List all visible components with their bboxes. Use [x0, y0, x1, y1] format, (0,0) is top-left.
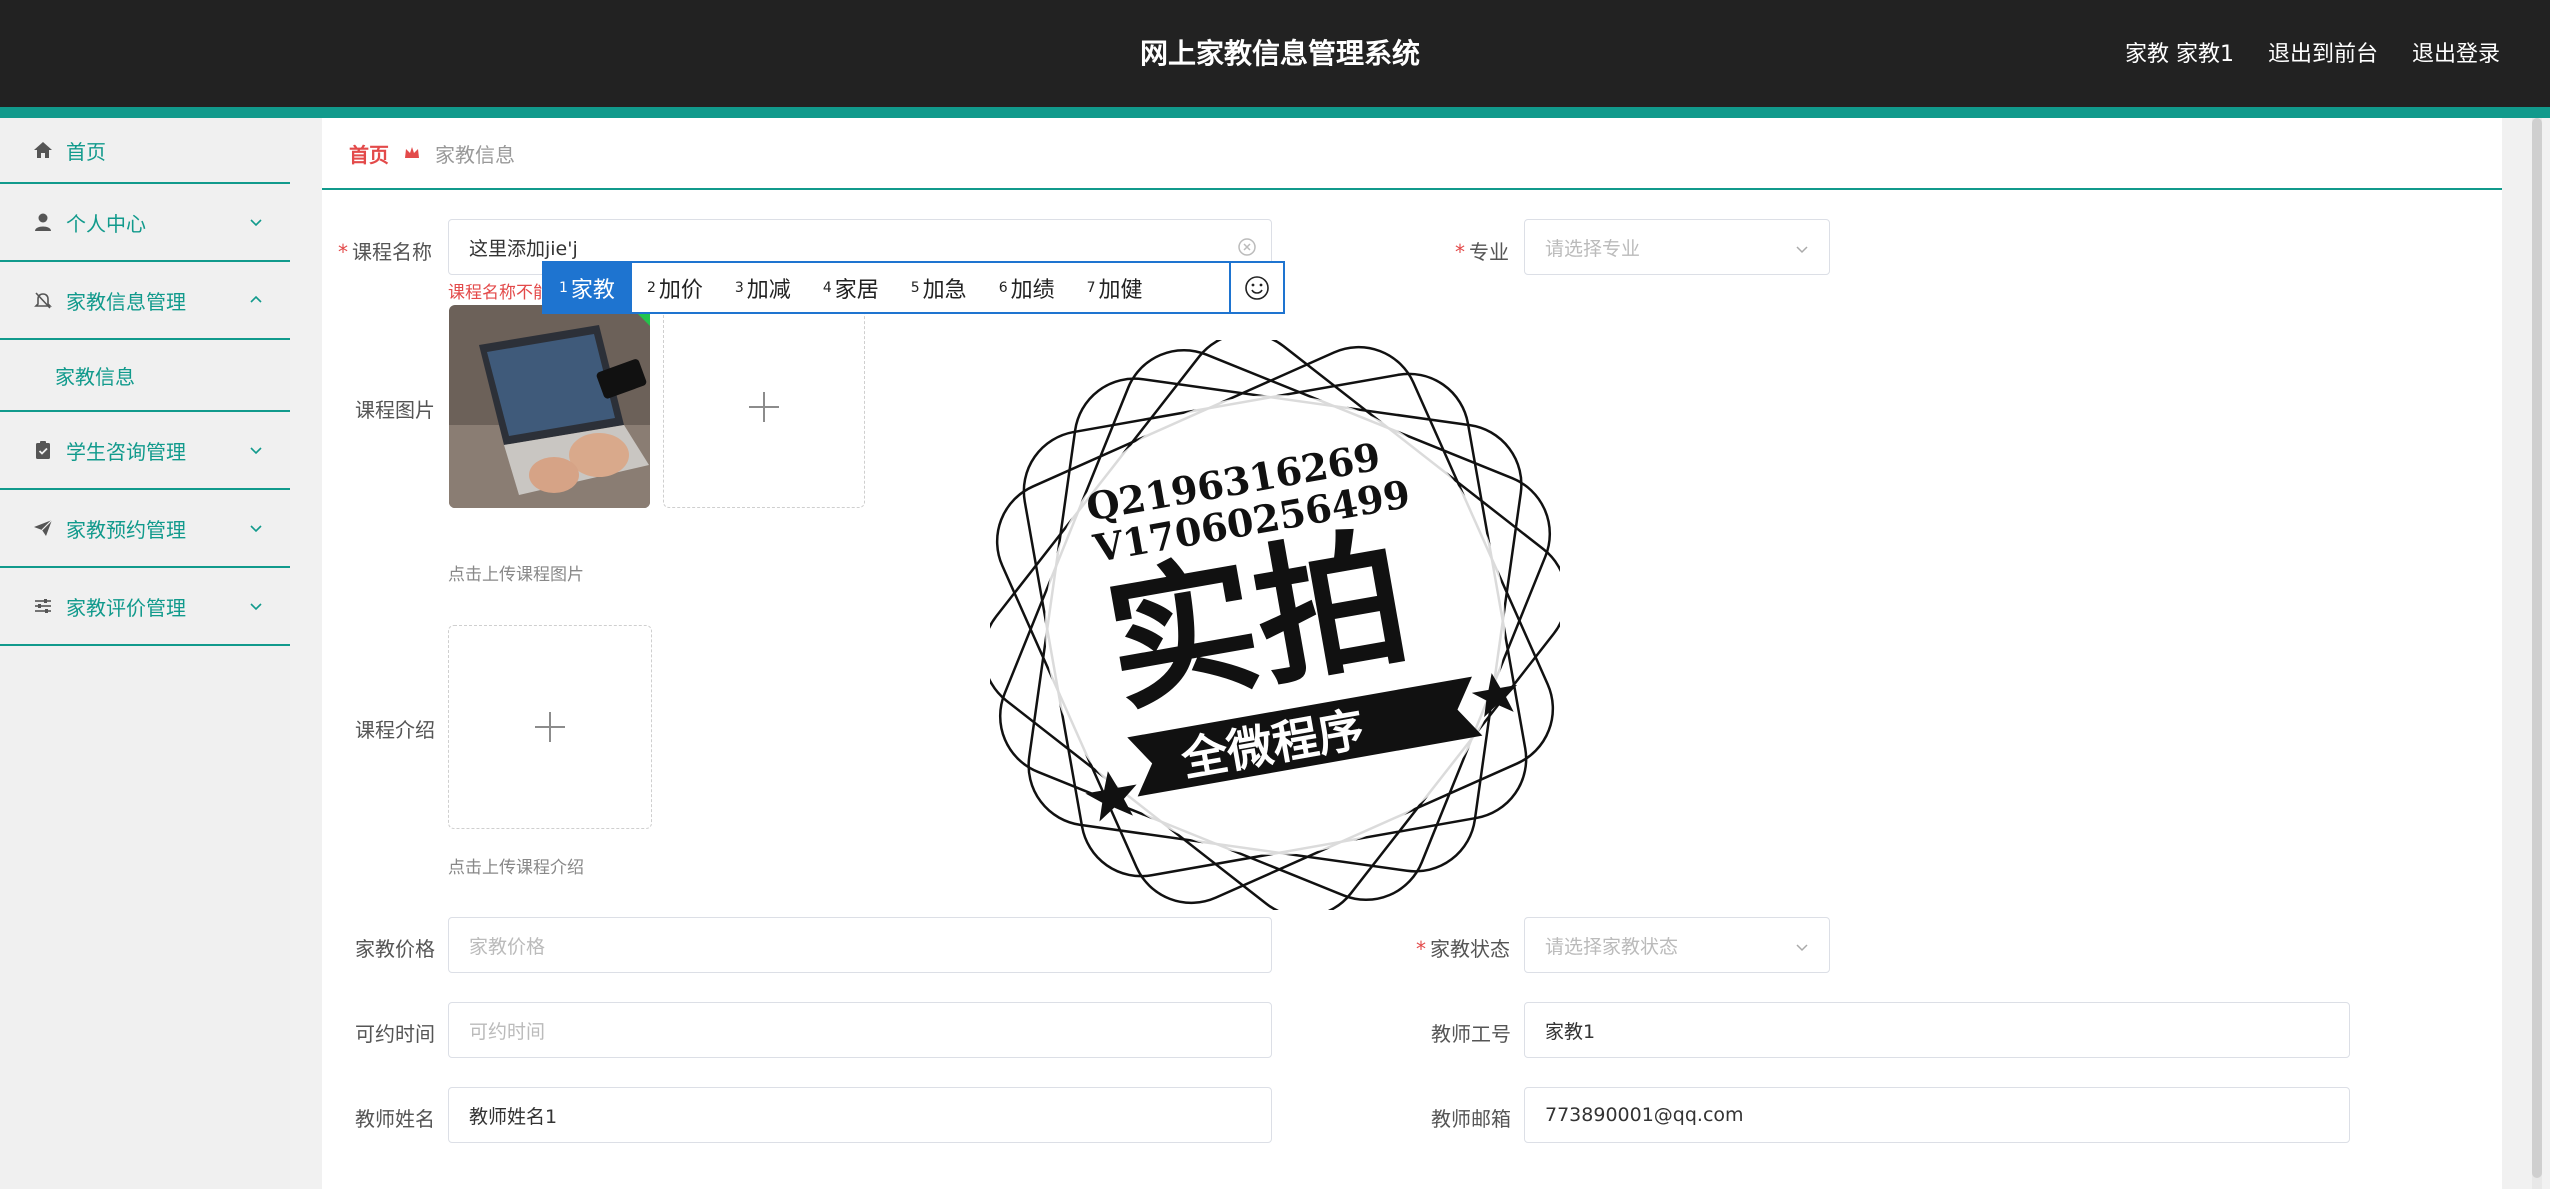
chevron-down-icon	[250, 219, 262, 227]
ime-candidate[interactable]: 5 加急	[896, 263, 984, 312]
plus-icon	[535, 712, 565, 742]
teacher-id-label: 教师工号	[1431, 1022, 1511, 1046]
sidebar: 首页 个人中心 家教信息管理 家教信息 学生咨询管理 家教预约管理 家教评价管理	[0, 118, 290, 1189]
ime-candidate[interactable]: 2 加价	[632, 263, 720, 312]
scrollbar-thumb[interactable]	[2532, 118, 2542, 1178]
course-image-thumbnail[interactable]	[449, 305, 650, 508]
course-intro-hint: 点击上传课程介绍	[448, 858, 584, 878]
sidebar-item-label: 个人中心	[66, 211, 146, 236]
teacher-name-label: 教师姓名	[355, 1107, 435, 1131]
clipboard-icon	[32, 439, 54, 461]
ime-candidate[interactable]: 7 加健	[1072, 263, 1160, 312]
teacher-name-input[interactable]: 教师姓名1	[448, 1087, 1272, 1143]
sidebar-item-label: 家教信息管理	[66, 289, 186, 314]
chevron-down-icon	[250, 603, 262, 611]
watermark-stamp: Q2196316269 V17060256499 实拍 全微程序	[990, 340, 1560, 910]
teacher-id-input[interactable]: 家教1	[1524, 1002, 2350, 1058]
sidebar-item-tutor-info-mgmt[interactable]: 家教信息管理	[0, 262, 290, 340]
course-image-upload[interactable]	[663, 305, 865, 508]
course-name-label: * 课程名称	[338, 240, 432, 264]
sidebar-item-label: 学生咨询管理	[66, 439, 186, 464]
available-time-input[interactable]: 可约时间	[448, 1002, 1272, 1058]
clear-icon[interactable]	[1237, 237, 1257, 257]
sidebar-subitem-label: 家教信息	[55, 364, 135, 389]
price-label: 家教价格	[355, 937, 435, 961]
sidebar-item-label: 家教评价管理	[66, 595, 186, 620]
sidebar-item-label: 首页	[66, 139, 106, 164]
sidebar-item-student-consult-mgmt[interactable]: 学生咨询管理	[0, 412, 290, 490]
ime-candidate[interactable]: 6 加绩	[984, 263, 1072, 312]
major-select[interactable]: 请选择专业	[1524, 219, 1830, 275]
teacher-email-label: 教师邮箱	[1431, 1107, 1511, 1131]
teacher-email-input[interactable]: 773890001@qq.com	[1524, 1087, 2350, 1143]
bell-off-icon	[32, 289, 54, 311]
send-icon	[32, 517, 54, 539]
home-icon	[32, 139, 54, 161]
chevron-down-icon	[1796, 246, 1808, 254]
ime-candidate[interactable]: 3 加减	[720, 263, 808, 312]
chevron-down-icon	[250, 525, 262, 533]
sidebar-item-label: 家教预约管理	[66, 517, 186, 542]
chevron-up-icon	[250, 295, 262, 303]
plus-icon	[749, 391, 779, 422]
status-select[interactable]: 请选择家教状态	[1524, 917, 1830, 973]
ime-candidate[interactable]: 4 家居	[808, 263, 896, 312]
course-intro-upload[interactable]	[448, 625, 652, 829]
breadcrumb: 首页 家教信息	[322, 118, 2502, 190]
exit-to-front-link[interactable]: 退出到前台	[2268, 36, 2378, 68]
chevron-down-icon	[250, 447, 262, 455]
sidebar-item-personal-center[interactable]: 个人中心	[0, 184, 290, 262]
sidebar-item-home[interactable]: 首页	[0, 118, 290, 184]
chevron-down-icon	[1796, 944, 1808, 952]
page-scrollbar[interactable]	[2532, 118, 2542, 1189]
header-actions: 家教 家教1 退出到前台 退出登录	[2125, 36, 2500, 68]
user-icon	[32, 211, 54, 233]
sliders-icon	[32, 595, 54, 617]
top-header: 网上家教信息管理系统 家教 家教1 退出到前台 退出登录	[0, 0, 2550, 107]
course-name-error: 课程名称不能	[448, 283, 550, 303]
price-input[interactable]: 家教价格	[448, 917, 1272, 973]
sidebar-item-review-mgmt[interactable]: 家教评价管理	[0, 568, 290, 646]
course-image-hint: 点击上传课程图片	[448, 565, 584, 585]
sidebar-subitem-tutor-info[interactable]: 家教信息	[0, 340, 290, 412]
status-label: * 家教状态	[1416, 937, 1510, 961]
course-image-label: 课程图片	[355, 398, 435, 422]
major-label: * 专业	[1455, 240, 1509, 264]
current-user: 家教 家教1	[2124, 42, 2234, 67]
available-time-label: 可约时间	[355, 1022, 435, 1046]
sidebar-item-booking-mgmt[interactable]: 家教预约管理	[0, 490, 290, 568]
header-accent-bar	[0, 107, 2550, 118]
logout-link[interactable]: 退出登录	[2412, 36, 2500, 68]
ime-candidate[interactable]: 1 家教	[544, 263, 632, 312]
crown-icon	[405, 147, 419, 158]
emoji-icon[interactable]	[1229, 263, 1283, 312]
course-intro-label: 课程介绍	[355, 718, 435, 742]
ime-candidate-bar: 1 家教 2 加价 3 加减 4 家居 5 加急 6 加绩 7 加健	[542, 261, 1285, 314]
breadcrumb-home[interactable]: 首页	[349, 139, 389, 168]
breadcrumb-current: 家教信息	[435, 142, 515, 167]
